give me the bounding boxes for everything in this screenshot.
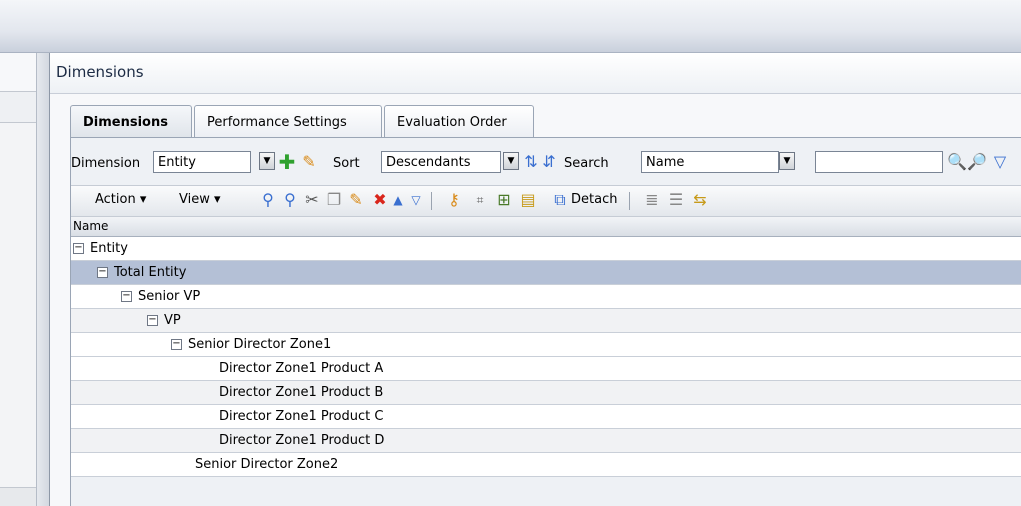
tab-strip: Dimensions Performance Settings Evaluati…	[70, 105, 1021, 138]
sort-dropdown-button[interactable]: ▼	[503, 152, 519, 170]
tab-content: Dimension Entity ▼ ✚ ✎ Sort Descendants …	[70, 138, 1021, 506]
toolbar-separator	[431, 192, 432, 210]
action-menu-label: Action	[95, 192, 136, 207]
sort-ascending-icon[interactable]: ⇅	[521, 151, 541, 173]
tab-dimensions[interactable]: Dimensions	[70, 105, 192, 138]
move-down-icon[interactable]: ▽	[405, 189, 427, 211]
edit-member-icon[interactable]: ✎	[345, 189, 367, 211]
xyz-icon[interactable]: ⌗	[469, 189, 491, 211]
left-panel-row[interactable]	[0, 92, 36, 123]
key-icon[interactable]: ⚷	[443, 189, 465, 211]
filter-toolbar: Dimension Entity ▼ ✚ ✎ Sort Descendants …	[71, 151, 1021, 177]
tab-label: Evaluation Order	[397, 115, 507, 130]
toolbar-separator	[629, 192, 630, 210]
detach-button[interactable]: Detach	[571, 192, 617, 207]
grid-column-header[interactable]: Name	[71, 217, 1021, 237]
detach-icon[interactable]: ⧉	[549, 189, 571, 211]
tree-row-label: Director Zone1 Product B	[219, 385, 384, 400]
tree-row[interactable]: − Total Entity	[71, 261, 1021, 285]
edit-icon[interactable]: ✎	[299, 151, 319, 173]
tree-row[interactable]: Director Zone1 Product D	[71, 429, 1021, 453]
tree-row[interactable]: − VP	[71, 309, 1021, 333]
left-panel-header	[0, 53, 36, 92]
dimension-select[interactable]: Entity	[153, 151, 251, 173]
view-menu[interactable]: View ▾	[179, 192, 221, 207]
tree-row-label: Senior Director Zone2	[195, 457, 339, 472]
tree-row[interactable]: − Entity	[71, 237, 1021, 261]
tree-row-label: Director Zone1 Product A	[219, 361, 384, 376]
dimension-label: Dimension	[71, 156, 141, 171]
copy-icon[interactable]: ❐	[323, 189, 345, 211]
collapse-toggle-icon[interactable]: −	[171, 339, 182, 350]
cut-icon[interactable]: ✂	[301, 189, 323, 211]
search-next-icon[interactable]: 🔍	[947, 151, 967, 173]
tree-row[interactable]: Director Zone1 Product C	[71, 405, 1021, 429]
tree-row[interactable]: − Senior VP	[71, 285, 1021, 309]
search-field-select[interactable]: Name	[641, 151, 779, 173]
actions-toolbar: Action ▾ View ▾ ⚲ ⚲ ✂ ❐ ✎ ✖ ▲ ▽ ⚷ ⌗ ⊞ ▤ …	[71, 185, 1021, 217]
tree-row[interactable]: − Senior Director Zone1	[71, 333, 1021, 357]
action-menu[interactable]: Action ▾	[95, 192, 146, 207]
member-tree-grid: Name − Entity − Total Entity − Senior VP − VP − S…	[71, 217, 1021, 477]
collapse-toggle-icon[interactable]: −	[121, 291, 132, 302]
properties-icon[interactable]: ▤	[517, 189, 539, 211]
tree-row-label: Senior VP	[138, 289, 201, 304]
tree-row[interactable]: Director Zone1 Product B	[71, 381, 1021, 405]
tree-row-label: VP	[164, 313, 181, 328]
search-label: Search	[564, 156, 609, 171]
search-field-dropdown-button[interactable]: ▼	[779, 152, 795, 170]
tab-evaluation-order[interactable]: Evaluation Order	[384, 105, 534, 137]
panel-title: Dimensions	[56, 63, 144, 81]
sort-label: Sort	[333, 156, 360, 171]
app-top-banner	[0, 0, 1021, 53]
expand-all-icon[interactable]: ☰	[665, 189, 687, 211]
add-child-icon[interactable]: ⚲	[279, 189, 301, 211]
sort-descending-icon[interactable]: ⇵	[539, 151, 559, 173]
sort-select[interactable]: Descendants	[381, 151, 501, 173]
tree-row[interactable]: Senior Director Zone2	[71, 453, 1021, 477]
dimension-select-value: Entity	[158, 155, 196, 170]
tree-row-label: Senior Director Zone1	[188, 337, 332, 352]
tree-row-label: Entity	[90, 241, 128, 256]
add-icon[interactable]: ✚	[277, 151, 297, 173]
tab-label: Dimensions	[83, 115, 168, 130]
sort-select-value: Descendants	[386, 155, 471, 170]
tree-row[interactable]: Director Zone1 Product A	[71, 357, 1021, 381]
left-navigation-panel	[0, 53, 37, 506]
collapse-toggle-icon[interactable]: −	[97, 267, 108, 278]
collapse-all-icon[interactable]: ≣	[641, 189, 663, 211]
name-column-header: Name	[73, 219, 109, 233]
tab-performance-settings[interactable]: Performance Settings	[194, 105, 382, 137]
search-field-value: Name	[646, 155, 685, 170]
search-previous-icon[interactable]: 🔎	[967, 151, 987, 173]
move-member-icon[interactable]: ⇆	[689, 189, 711, 211]
tree-row-label: Director Zone1 Product C	[219, 409, 384, 424]
filter-icon[interactable]: ▽	[993, 151, 1007, 173]
left-panel-footer	[0, 487, 36, 506]
collapse-toggle-icon[interactable]: −	[73, 243, 84, 254]
tree-row-label: Director Zone1 Product D	[219, 433, 385, 448]
panel-header: Dimensions	[50, 53, 1021, 94]
view-menu-label: View	[179, 192, 210, 207]
add-sibling-icon[interactable]: ⚲	[257, 189, 279, 211]
tab-label: Performance Settings	[207, 115, 347, 130]
collapse-toggle-icon[interactable]: −	[147, 315, 158, 326]
dimension-dropdown-button[interactable]: ▼	[259, 152, 275, 170]
tree-row-label: Total Entity	[114, 265, 187, 280]
search-input[interactable]	[815, 151, 943, 173]
hierarchy-icon[interactable]: ⊞	[493, 189, 515, 211]
panel-splitter[interactable]	[37, 53, 50, 506]
